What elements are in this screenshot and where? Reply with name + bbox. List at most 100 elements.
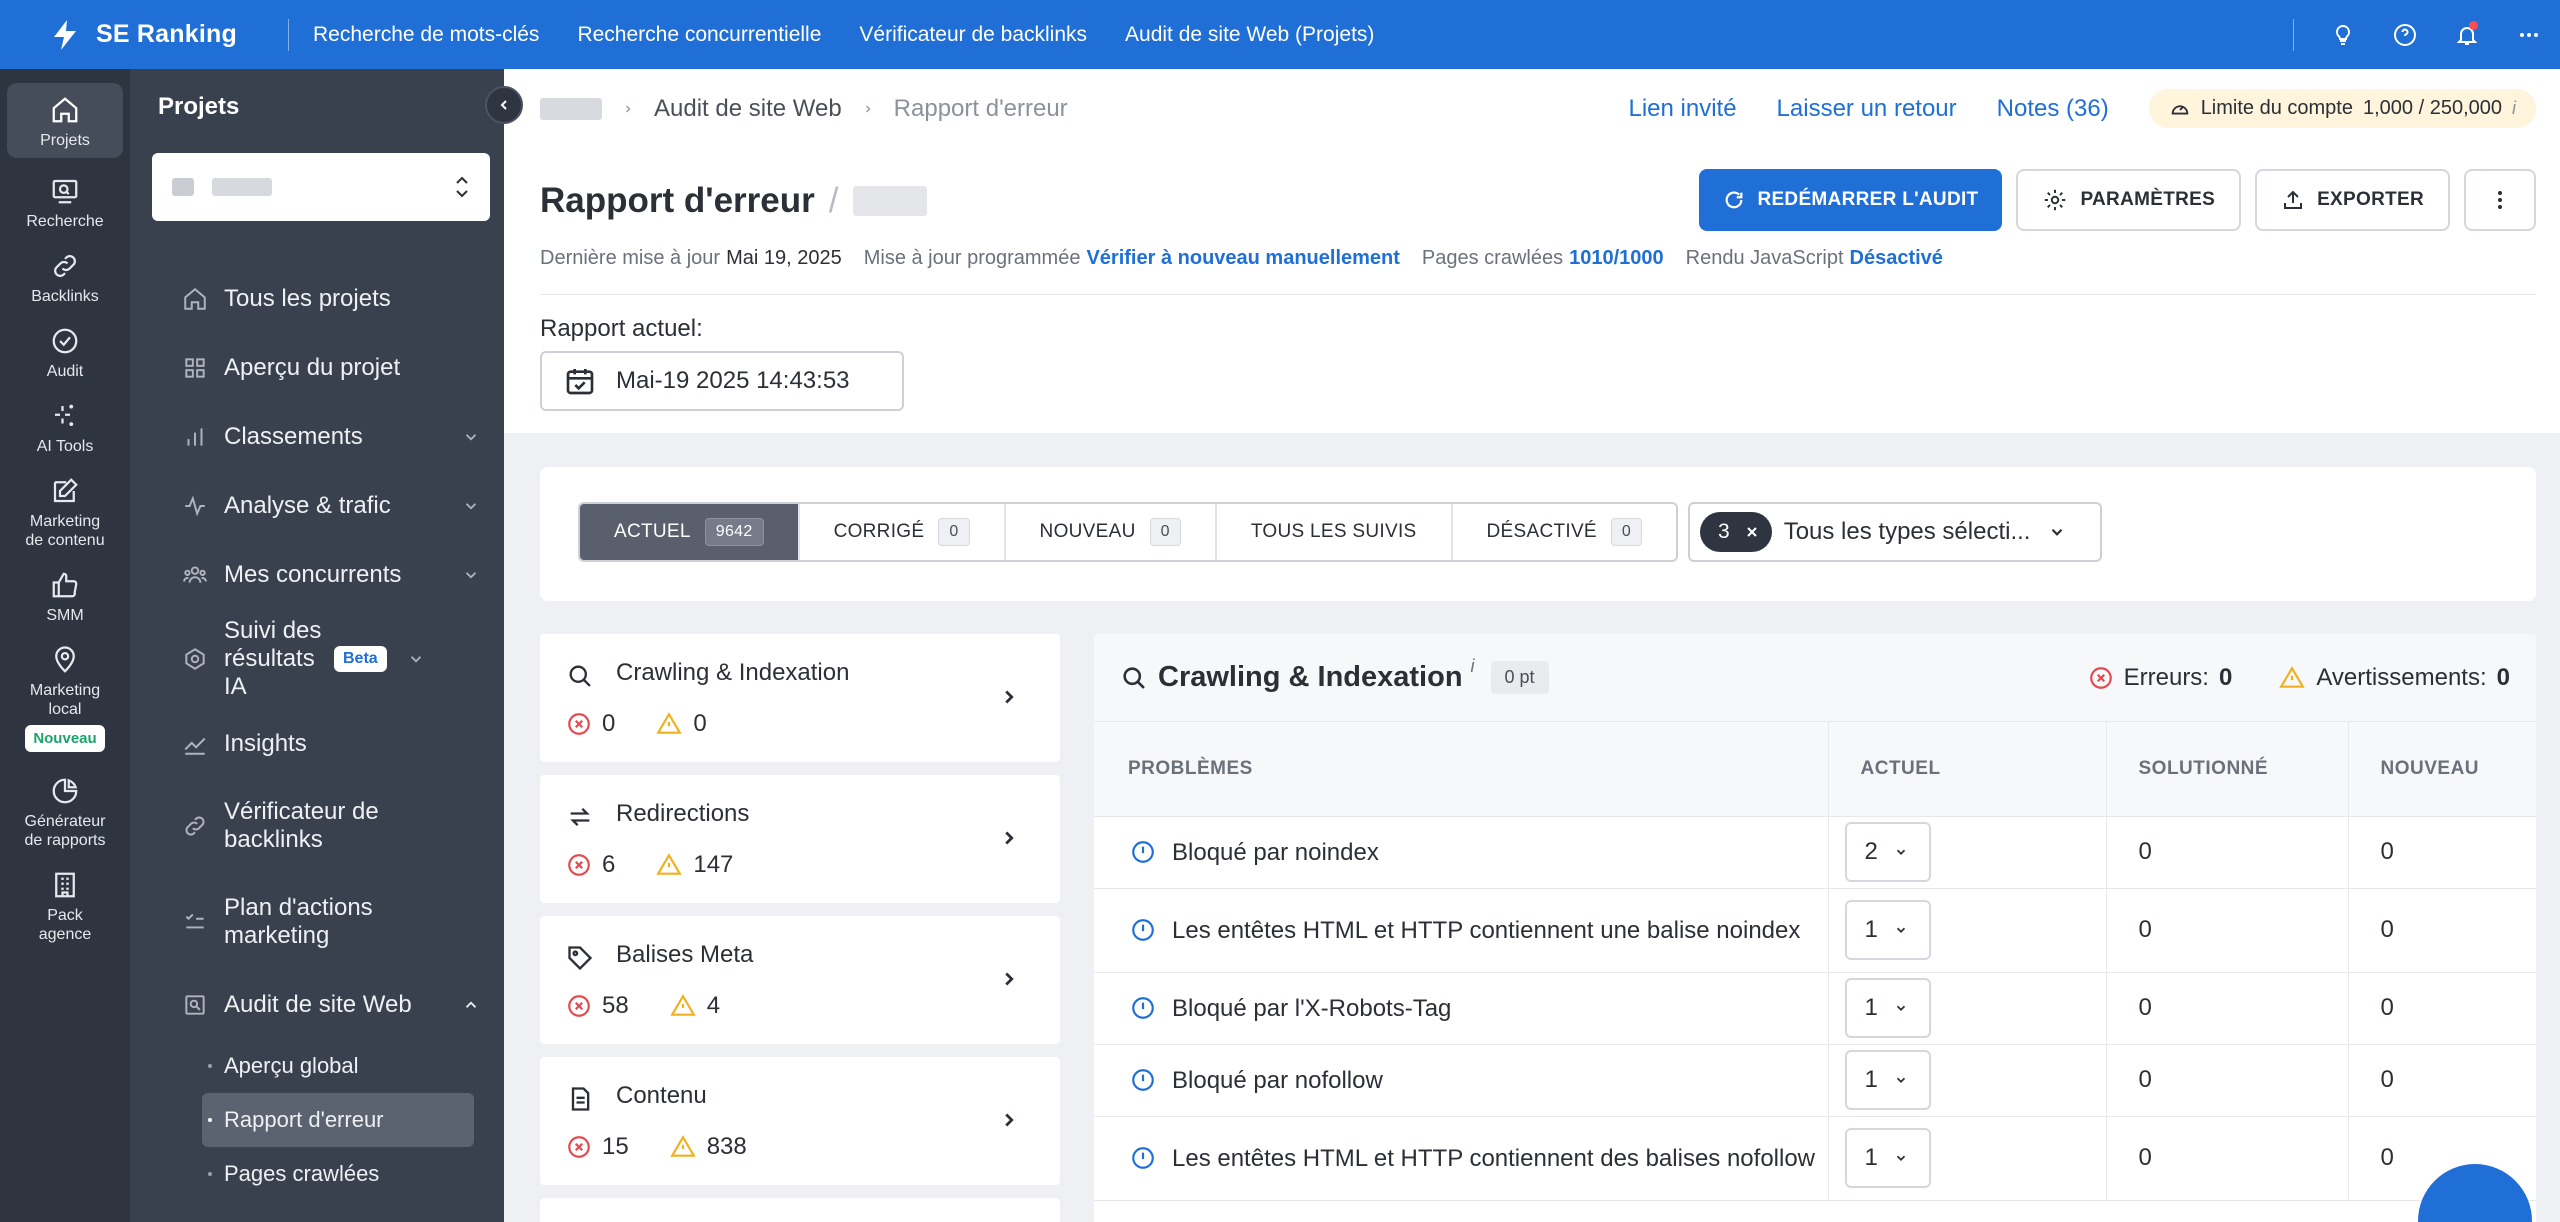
current-count-select[interactable]: 1 bbox=[1844, 900, 1931, 960]
pie-chart-icon bbox=[52, 778, 78, 804]
help-icon[interactable] bbox=[2374, 0, 2436, 69]
redacted-crumb[interactable] bbox=[540, 98, 602, 120]
category-crawling[interactable]: Crawling & Indexation 0 0 bbox=[540, 634, 1060, 762]
category-meta-tags[interactable]: Balises Meta 58 4 bbox=[540, 916, 1060, 1044]
nav-insights[interactable]: Insights bbox=[130, 709, 504, 778]
col-current[interactable]: ACTUEL bbox=[1828, 722, 2107, 817]
restart-audit-button[interactable]: REDÉMARRER L'AUDIT bbox=[1699, 169, 2003, 231]
rail-backlinks[interactable]: Backlinks bbox=[7, 239, 123, 314]
rail-agency-pack[interactable]: Pack agence bbox=[7, 858, 123, 952]
chevron-down-icon bbox=[1896, 927, 1905, 933]
table-row[interactable]: Les entêtes HTML et HTTP contiennent des… bbox=[1094, 1116, 2536, 1201]
segment-all-tracked[interactable]: TOUS LES SUIVIS bbox=[1217, 504, 1453, 560]
current-count-select[interactable]: 1 bbox=[1844, 1128, 1931, 1188]
info-icon[interactable]: i bbox=[2512, 98, 2516, 119]
chevron-down-icon[interactable] bbox=[462, 428, 480, 446]
current-count-select[interactable]: 1 bbox=[1844, 978, 1931, 1038]
notes-link[interactable]: Notes (36) bbox=[1997, 95, 2109, 123]
table-row[interactable]: Bloqué par noindex 2 0 0 bbox=[1094, 816, 2536, 889]
info-icon[interactable]: i bbox=[1471, 656, 1475, 677]
js-render-link[interactable]: Désactivé bbox=[1850, 247, 1943, 269]
nav-rankings[interactable]: Classements bbox=[130, 402, 504, 471]
more-horizontal-icon[interactable] bbox=[2498, 0, 2560, 69]
close-icon[interactable] bbox=[1744, 524, 1760, 540]
chevron-down-icon[interactable] bbox=[462, 566, 480, 584]
new-cell: 0 bbox=[2348, 972, 2536, 1045]
nav-analytics-traffic[interactable]: Analyse & trafic bbox=[130, 471, 504, 540]
project-select[interactable] bbox=[152, 153, 490, 221]
subnav-crawled-pages[interactable]: Pages crawlées bbox=[202, 1147, 474, 1201]
table-row[interactable]: Les entêtes HTML et HTTP contiennent une… bbox=[1094, 888, 2536, 973]
recheck-link[interactable]: Vérifier à nouveau manuellement bbox=[1086, 247, 1399, 269]
report-date-picker[interactable]: Mai-19 2025 14:43:53 bbox=[540, 351, 904, 411]
problem-text[interactable]: Bloqué par l'X-Robots-Tag bbox=[1172, 995, 1451, 1022]
table-row[interactable]: Bloqué par l'X-Robots-Tag 1 0 0 bbox=[1094, 972, 2536, 1045]
issue-types-select[interactable]: 3 Tous les types sélecti... bbox=[1688, 502, 2102, 562]
topnav-keyword-research[interactable]: Recherche de mots-clés bbox=[313, 23, 539, 47]
gear-icon bbox=[2045, 189, 2066, 211]
segment-current[interactable]: ACTUEL 9642 bbox=[580, 504, 800, 560]
segment-count: 9642 bbox=[704, 518, 764, 546]
segment-disabled[interactable]: DÉSACTIVÉ 0 bbox=[1453, 504, 1677, 560]
nav-backlink-checker[interactable]: Vérificateur de backlinks bbox=[130, 778, 504, 874]
export-button[interactable]: EXPORTER bbox=[2255, 169, 2450, 231]
rail-content-marketing[interactable]: Marketing de contenu bbox=[7, 464, 123, 558]
chevron-down-icon[interactable] bbox=[462, 497, 480, 515]
collapse-panel-button[interactable] bbox=[485, 86, 523, 124]
current-count-select[interactable]: 1 bbox=[1844, 1050, 1931, 1110]
rail-report-builder[interactable]: Générateur de rapports bbox=[7, 764, 123, 858]
rail-ai-tools[interactable]: AI Tools bbox=[7, 389, 123, 464]
nav-project-overview[interactable]: Aperçu du projet bbox=[130, 333, 504, 402]
topnav-backlink-checker[interactable]: Vérificateur de backlinks bbox=[859, 23, 1087, 47]
divider bbox=[540, 294, 2536, 295]
subnav-error-report[interactable]: Rapport d'erreur bbox=[202, 1093, 474, 1147]
nav-marketing-plan[interactable]: Plan d'actions marketing bbox=[130, 874, 504, 970]
more-options-button[interactable] bbox=[2464, 169, 2536, 231]
category-content[interactable]: Contenu 15 838 bbox=[540, 1057, 1060, 1185]
col-problems[interactable]: PROBLÈMES bbox=[1094, 722, 1829, 817]
rail-projects[interactable]: Projets bbox=[7, 83, 123, 158]
segment-fixed[interactable]: CORRIGÉ 0 bbox=[800, 504, 1006, 560]
problem-text[interactable]: Les entêtes HTML et HTTP contiennent des… bbox=[1172, 1145, 1815, 1172]
bell-icon[interactable] bbox=[2436, 0, 2498, 69]
brand[interactable]: SE Ranking bbox=[0, 18, 288, 52]
rail-label: Marketing local bbox=[29, 682, 101, 718]
nav-ai-results-tracking[interactable]: Suivi des résultats IA Beta bbox=[130, 609, 504, 709]
nav-site-audit[interactable]: Audit de site Web bbox=[130, 970, 504, 1039]
current-count: 1 bbox=[1864, 916, 1878, 943]
nav-label: Suivi des résultats IA bbox=[224, 617, 322, 700]
crumb-site-audit[interactable]: Audit de site Web bbox=[654, 95, 842, 123]
rail-audit[interactable]: Audit bbox=[7, 314, 123, 389]
settings-button[interactable]: PARAMÈTRES bbox=[2016, 169, 2242, 231]
problem-text[interactable]: Bloqué par noindex bbox=[1172, 839, 1379, 866]
rail-research[interactable]: Recherche bbox=[7, 164, 123, 239]
issues-detail: Crawling & Indexation i 0 pt Erreurs: 0 … bbox=[1094, 634, 2536, 1222]
col-new[interactable]: NOUVEAU bbox=[2348, 722, 2536, 817]
new-cell: 0 bbox=[2348, 816, 2536, 889]
rail-label: SMM bbox=[46, 607, 84, 624]
col-solved[interactable]: SOLUTIONNÉ bbox=[2106, 722, 2349, 817]
current-count-select[interactable]: 2 bbox=[1844, 822, 1931, 882]
subnav-overview[interactable]: Aperçu global bbox=[202, 1039, 474, 1093]
guest-link[interactable]: Lien invité bbox=[1628, 95, 1736, 123]
table-row[interactable]: Bloqué par nofollow 1 0 0 bbox=[1094, 1044, 2536, 1117]
js-render: Rendu JavaScript Désactivé bbox=[1686, 247, 1943, 270]
problem-text[interactable]: Bloqué par nofollow bbox=[1172, 1067, 1383, 1094]
account-limit[interactable]: Limite du compte 1,000 / 250,000 i bbox=[2148, 89, 2536, 128]
topnav-competitor-research[interactable]: Recherche concurrentielle bbox=[577, 23, 821, 47]
current-cell: 1 bbox=[1828, 972, 2107, 1045]
chevron-down-icon[interactable] bbox=[407, 650, 425, 668]
segment-new[interactable]: NOUVEAU 0 bbox=[1006, 504, 1217, 560]
category-next[interactable] bbox=[540, 1198, 1060, 1222]
problem-text[interactable]: Les entêtes HTML et HTTP contiennent une… bbox=[1172, 917, 1800, 944]
chevron-up-icon[interactable] bbox=[462, 996, 480, 1014]
nav-competitors[interactable]: Mes concurrents bbox=[130, 540, 504, 609]
lightbulb-icon[interactable] bbox=[2312, 0, 2374, 69]
feedback-link[interactable]: Laisser un retour bbox=[1777, 95, 1957, 123]
rail-smm[interactable]: SMM bbox=[7, 558, 123, 633]
pages-link[interactable]: 1010/1000 bbox=[1569, 247, 1664, 269]
category-redirections[interactable]: Redirections 6 147 bbox=[540, 775, 1060, 903]
topnav-site-audit[interactable]: Audit de site Web (Projets) bbox=[1125, 23, 1374, 47]
nav-all-projects[interactable]: Tous les projets bbox=[130, 264, 504, 333]
rail-local-marketing[interactable]: Marketing local Nouveau bbox=[7, 633, 123, 760]
